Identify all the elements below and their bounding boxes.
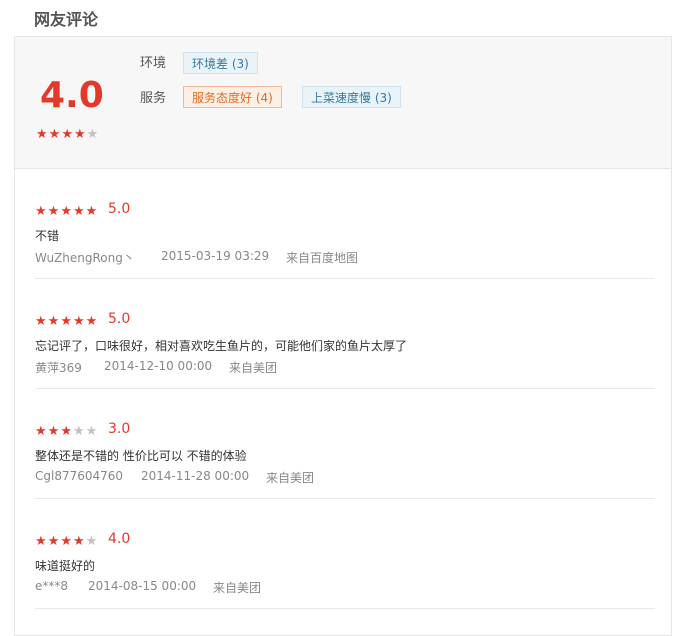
overall-stars: ★ ★ ★ ★ ★ [36, 128, 98, 142]
review-rating: 5.0 [108, 201, 131, 217]
review-text: 不错 [35, 229, 60, 243]
star-icon: ★ [72, 204, 85, 219]
review-rating: 4.0 [108, 531, 131, 547]
review-author: Cgl877604760 [35, 469, 124, 483]
star-icon: ★ [47, 204, 60, 219]
star-icon: ★ [86, 127, 99, 142]
review-date: 2014-12-10 00:00 [104, 359, 213, 373]
tag-environment-poor[interactable]: 环境差 (3) [183, 52, 258, 74]
star-icon: ★ [73, 127, 86, 142]
section-title: 网友评论 [34, 10, 99, 29]
star-icon: ★ [85, 204, 98, 219]
review-text: 整体还是不错的 性价比可以 不错的体验 [35, 449, 247, 463]
category-label-environment: 环境 [140, 56, 167, 71]
star-icon: ★ [85, 424, 98, 439]
star-icon: ★ [60, 424, 72, 439]
star-icon: ★ [47, 314, 60, 329]
star-icon: ★ [36, 127, 48, 142]
star-icon: ★ [61, 127, 73, 142]
overall-score: 4.0 [40, 75, 104, 116]
star-icon: ★ [72, 534, 85, 549]
review-source: 来自美团 [229, 361, 278, 375]
review-item: ★ ★ ★ ★ ★ 5.0 忘记评了，口味很好，相对喜欢吃生鱼片的，可能他们家的鱼片太厚… [35, 279, 655, 389]
review-author: WuZhengRong丶 [35, 251, 135, 265]
review-stars: ★ ★ ★ ★ ★ [35, 425, 97, 439]
star-icon: ★ [85, 314, 98, 329]
star-icon: ★ [35, 204, 47, 219]
reviews-panel: 4.0 ★ ★ ★ ★ ★ 环境 环境差 (3) 服务 服务态度好 (4) 上菜速度慢 … [14, 36, 672, 636]
star-icon: ★ [72, 314, 85, 329]
review-date: 2014-08-15 00:00 [88, 579, 197, 593]
review-stars: ★ ★ ★ ★ ★ [35, 535, 97, 549]
review-stars: ★ ★ ★ ★ ★ [35, 205, 97, 219]
review-author: 黄萍369 [35, 361, 82, 375]
review-source: 来自美团 [213, 581, 262, 595]
star-icon: ★ [60, 204, 72, 219]
review-stars: ★ ★ ★ ★ ★ [35, 315, 97, 329]
review-rating: 5.0 [108, 311, 131, 327]
review-item: ★ ★ ★ ★ ★ 3.0 整体还是不错的 性价比可以 不错的体验 Cgl8776047… [35, 389, 655, 499]
star-icon: ★ [85, 534, 98, 549]
tag-serving-slow[interactable]: 上菜速度慢 (3) [302, 86, 401, 108]
rating-summary: 4.0 ★ ★ ★ ★ ★ 环境 环境差 (3) 服务 服务态度好 (4) 上菜速度慢 … [15, 37, 671, 169]
review-text: 忘记评了，口味很好，相对喜欢吃生鱼片的，可能他们家的鱼片太厚了 [35, 339, 408, 353]
review-date: 2014-11-28 00:00 [141, 469, 250, 483]
star-icon: ★ [35, 534, 47, 549]
review-author: e***8 [35, 579, 69, 593]
star-icon: ★ [48, 127, 61, 142]
review-rating: 3.0 [108, 421, 131, 437]
category-label-service: 服务 [140, 91, 167, 106]
review-date: 2015-03-19 03:29 [161, 249, 270, 263]
review-text: 味道挺好的 [35, 559, 96, 573]
review-item: ★ ★ ★ ★ ★ 4.0 味道挺好的 e***8 2014-08-15 00:00 来… [35, 499, 655, 609]
tag-service-good[interactable]: 服务态度好 (4) [183, 86, 282, 108]
star-icon: ★ [60, 314, 72, 329]
star-icon: ★ [47, 424, 60, 439]
star-icon: ★ [35, 424, 47, 439]
star-icon: ★ [72, 424, 85, 439]
star-icon: ★ [35, 314, 47, 329]
review-item: ★ ★ ★ ★ ★ 5.0 不错 WuZhengRong丶 2015-03-19 03:… [35, 169, 655, 279]
review-source: 来自美团 [266, 471, 315, 485]
star-icon: ★ [60, 534, 72, 549]
star-icon: ★ [47, 534, 60, 549]
review-source: 来自百度地图 [286, 251, 359, 265]
